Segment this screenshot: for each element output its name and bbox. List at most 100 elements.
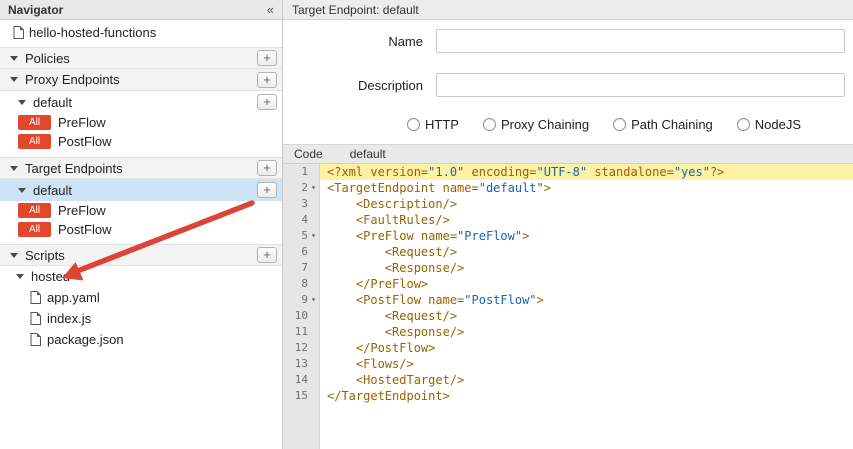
line-number: 9▾ xyxy=(283,292,320,308)
code-tab[interactable]: Code xyxy=(294,147,323,161)
radio-option-http[interactable]: HTTP xyxy=(407,117,459,132)
add-policy-button[interactable]: + xyxy=(257,50,277,66)
line-number: 5▾ xyxy=(283,228,320,244)
radio-circle-icon[interactable] xyxy=(613,118,626,131)
radio-option-nodejs[interactable]: NodeJS xyxy=(737,117,801,132)
radio-circle-icon[interactable] xyxy=(483,118,496,131)
expand-triangle-icon[interactable] xyxy=(10,77,18,82)
line-number: 8 xyxy=(283,276,320,292)
expand-triangle-icon[interactable] xyxy=(10,253,18,258)
expand-triangle-icon[interactable] xyxy=(18,100,26,105)
add-flow-button[interactable]: + xyxy=(257,182,277,198)
detail-panel: Target Endpoint: default Name Descriptio… xyxy=(283,0,853,449)
radio-option-proxy-chaining[interactable]: Proxy Chaining xyxy=(483,117,589,132)
proxy-endpoint-default[interactable]: default + xyxy=(0,91,282,113)
collapse-panel-icon[interactable]: « xyxy=(267,2,274,17)
section-target-endpoints[interactable]: Target Endpoints + xyxy=(0,157,282,179)
flow-label: PostFlow xyxy=(58,134,111,149)
radio-label: HTTP xyxy=(425,117,459,132)
code-line-1[interactable]: 1<?xml version="1.0" encoding="UTF-8" st… xyxy=(283,164,853,180)
code-editor[interactable]: 1<?xml version="1.0" encoding="UTF-8" st… xyxy=(283,164,853,449)
code-text: <Request/> xyxy=(320,308,853,324)
radio-option-path-chaining[interactable]: Path Chaining xyxy=(613,117,713,132)
code-line-2[interactable]: 2▾<TargetEndpoint name="default"> xyxy=(283,180,853,196)
line-number: 4 xyxy=(283,212,320,228)
bundle-item[interactable]: hello-hosted-functions xyxy=(0,22,282,43)
code-text: <Response/> xyxy=(320,260,853,276)
proxy-preflow-item[interactable]: All PreFlow xyxy=(0,113,282,132)
file-item-app-yaml[interactable]: app.yaml xyxy=(0,287,282,308)
code-line-13[interactable]: 13 <Flows/> xyxy=(283,356,853,372)
code-line-4[interactable]: 4 <FaultRules/> xyxy=(283,212,853,228)
document-icon xyxy=(30,291,41,304)
section-scripts[interactable]: Scripts + xyxy=(0,244,282,266)
add-target-endpoint-button[interactable]: + xyxy=(257,160,277,176)
radio-label: Path Chaining xyxy=(631,117,713,132)
add-flow-button[interactable]: + xyxy=(257,94,277,110)
line-number: 2▾ xyxy=(283,180,320,196)
expand-triangle-icon[interactable] xyxy=(18,188,26,193)
line-number: 14 xyxy=(283,372,320,388)
code-text: <PreFlow name="PreFlow"> xyxy=(320,228,853,244)
line-number: 1 xyxy=(283,164,320,180)
description-input[interactable] xyxy=(436,73,845,97)
code-line-11[interactable]: 11 <Response/> xyxy=(283,324,853,340)
expand-triangle-icon[interactable] xyxy=(10,166,18,171)
target-preflow-item[interactable]: All PreFlow xyxy=(0,201,282,220)
folder-label: hosted xyxy=(31,269,70,284)
code-file-label: default xyxy=(350,147,386,161)
all-badge: All xyxy=(18,203,51,218)
code-text: <HostedTarget/> xyxy=(320,372,853,388)
navigator-title: Navigator xyxy=(8,3,63,17)
code-line-10[interactable]: 10 <Request/> xyxy=(283,308,853,324)
name-form-row: Name xyxy=(283,29,853,53)
name-input[interactable] xyxy=(436,29,845,53)
code-line-7[interactable]: 7 <Response/> xyxy=(283,260,853,276)
fold-arrow-icon[interactable]: ▾ xyxy=(308,180,319,196)
radio-circle-icon[interactable] xyxy=(737,118,750,131)
code-line-9[interactable]: 9▾ <PostFlow name="PostFlow"> xyxy=(283,292,853,308)
document-icon xyxy=(30,333,41,346)
code-text: <Flows/> xyxy=(320,356,853,372)
code-text: <Response/> xyxy=(320,324,853,340)
file-label: index.js xyxy=(47,311,91,326)
document-icon xyxy=(30,312,41,325)
section-policies[interactable]: Policies + xyxy=(0,47,282,69)
target-endpoint-default-selected[interactable]: default + xyxy=(0,179,282,201)
code-text: <PostFlow name="PostFlow"> xyxy=(320,292,853,308)
target-postflow-item[interactable]: All PostFlow xyxy=(0,220,282,239)
section-proxy-endpoints[interactable]: Proxy Endpoints + xyxy=(0,69,282,91)
add-script-button[interactable]: + xyxy=(257,247,277,263)
code-line-6[interactable]: 6 <Request/> xyxy=(283,244,853,260)
expand-triangle-icon[interactable] xyxy=(16,274,24,279)
detail-header-title: Target Endpoint: default xyxy=(292,3,419,17)
file-item-index-js[interactable]: index.js xyxy=(0,308,282,329)
add-proxy-endpoint-button[interactable]: + xyxy=(257,72,277,88)
fold-arrow-icon[interactable]: ▾ xyxy=(308,228,319,244)
code-line-12[interactable]: 12 </PostFlow> xyxy=(283,340,853,356)
all-badge: All xyxy=(18,134,51,149)
line-number: 12 xyxy=(283,340,320,356)
file-label: app.yaml xyxy=(47,290,100,305)
section-label: Policies xyxy=(25,51,70,66)
line-number: 3 xyxy=(283,196,320,212)
code-line-14[interactable]: 14 <HostedTarget/> xyxy=(283,372,853,388)
folder-item-hosted[interactable]: hosted xyxy=(0,266,282,287)
detail-header: Target Endpoint: default xyxy=(283,0,853,20)
file-item-package-json[interactable]: package.json xyxy=(0,329,282,350)
endpoint-label: default xyxy=(33,183,72,198)
bundle-label: hello-hosted-functions xyxy=(29,25,156,40)
line-number: 7 xyxy=(283,260,320,276)
radio-circle-icon[interactable] xyxy=(407,118,420,131)
code-line-15[interactable]: 15</TargetEndpoint> xyxy=(283,388,853,404)
proxy-editor-page: Navigator « hello-hosted-functions Polic… xyxy=(0,0,853,449)
fold-arrow-icon[interactable]: ▾ xyxy=(308,292,319,308)
code-text: <TargetEndpoint name="default"> xyxy=(320,180,853,196)
code-line-3[interactable]: 3 <Description/> xyxy=(283,196,853,212)
expand-triangle-icon[interactable] xyxy=(10,56,18,61)
code-line-5[interactable]: 5▾ <PreFlow name="PreFlow"> xyxy=(283,228,853,244)
line-number: 10 xyxy=(283,308,320,324)
proxy-postflow-item[interactable]: All PostFlow xyxy=(0,132,282,151)
line-number: 13 xyxy=(283,356,320,372)
code-line-8[interactable]: 8 </PreFlow> xyxy=(283,276,853,292)
